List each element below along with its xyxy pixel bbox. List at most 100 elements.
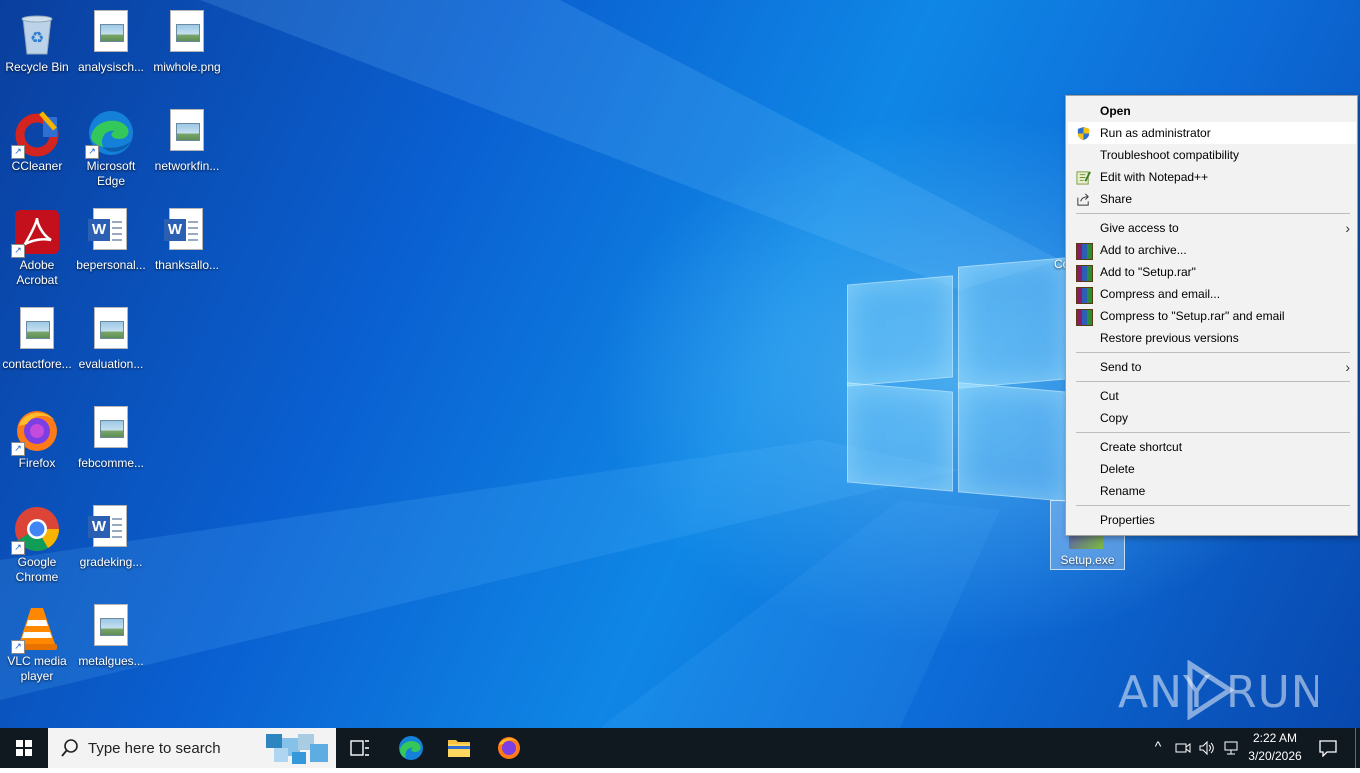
context-menu: Open Run as administrator Troubleshoot c…	[1065, 95, 1358, 536]
task-view-button[interactable]	[336, 728, 384, 768]
start-button[interactable]	[0, 728, 48, 768]
clock-date[interactable]: 3/20/2026	[1240, 749, 1310, 763]
svg-text:RUN: RUN	[1226, 667, 1318, 718]
network-icon[interactable]	[1222, 739, 1240, 757]
menu-item-open[interactable]: Open	[1068, 100, 1356, 122]
menu-item-label: Share	[1100, 192, 1133, 206]
desktop-icon-febcomme[interactable]: febcomme...	[74, 400, 148, 471]
notification-icon[interactable]	[1318, 739, 1338, 757]
desktop-icon-metalgues[interactable]: metalgues...	[74, 598, 148, 669]
clock-time[interactable]: 2:22 AM	[1240, 731, 1310, 745]
menu-item-compress-and-email[interactable]: Compress and email...	[1068, 283, 1356, 305]
task-view-icon	[350, 740, 369, 756]
vlc-icon: ↗	[11, 604, 61, 654]
desktop-icon-label: Adobe Acrobat	[16, 258, 58, 287]
image-file-icon	[87, 406, 135, 454]
menu-item-edit-with-notepad[interactable]: Edit with Notepad++	[1068, 166, 1356, 188]
shortcut-arrow-icon: ↗	[11, 541, 25, 555]
menu-item-label: Compress to "Setup.rar" and email	[1100, 309, 1285, 323]
image-file-icon	[163, 10, 211, 58]
menu-item-restore-previous-versions[interactable]: Restore previous versions	[1068, 327, 1356, 349]
desktop-icon-vlc[interactable]: ↗ VLC media player	[0, 598, 74, 684]
image-file-icon	[87, 604, 135, 652]
desktop-icon-bepersonal[interactable]: W bepersonal...	[74, 202, 148, 273]
search-placeholder: Type here to search	[88, 740, 221, 757]
ccleaner-icon: ↗	[11, 109, 61, 159]
desktop-icon-label: metalgues...	[78, 654, 144, 668]
menu-separator	[1076, 381, 1350, 382]
folder-icon	[448, 740, 470, 757]
search-highlight-image	[266, 734, 328, 764]
firefox-icon: ↗	[11, 406, 61, 456]
desktop-icon-gradeking[interactable]: W gradeking...	[74, 499, 148, 570]
search-box[interactable]: Type here to search	[48, 728, 336, 768]
desktop-icon-ccleaner[interactable]: ↗ CCleaner	[0, 103, 74, 174]
menu-item-create-shortcut[interactable]: Create shortcut	[1068, 436, 1356, 458]
desktop-icon-google-chrome[interactable]: ↗ Google Chrome	[0, 499, 74, 585]
edge-icon: ↗	[85, 109, 135, 159]
menu-item-share[interactable]: Share	[1068, 188, 1356, 210]
menu-item-label: Troubleshoot compatibility	[1100, 148, 1239, 162]
desktop-icon-contactfore[interactable]: contactfore...	[0, 301, 74, 372]
menu-item-label: Send to	[1100, 360, 1142, 374]
menu-item-run-as-administrator[interactable]: Run as administrator	[1068, 122, 1356, 144]
menu-item-add-to-setup-rar[interactable]: Add to "Setup.rar"	[1068, 261, 1356, 283]
desktop-icon-thanksallo[interactable]: W thanksallo...	[150, 202, 224, 273]
winrar-icon	[1076, 243, 1093, 260]
desktop-icon-label: analysisch...	[77, 60, 145, 74]
windows-logo-icon	[16, 740, 32, 756]
menu-separator	[1076, 352, 1350, 353]
winrar-icon	[1076, 309, 1093, 326]
desktop-icon-microsoft-edge[interactable]: ↗ Microsoft Edge	[74, 103, 148, 189]
recycle-bin-icon: ♻	[13, 10, 61, 58]
menu-item-compress-to-setup-rar-and-email[interactable]: Compress to "Setup.rar" and email	[1068, 305, 1356, 327]
menu-item-label: Give access to	[1100, 221, 1179, 235]
desktop-icon-label: Microsoft Edge	[86, 159, 136, 188]
desktop-icon-label: networkfin...	[154, 159, 220, 173]
taskbar: Type here to search ^ 2:22 AM 3/20/2026	[0, 728, 1360, 768]
desktop-icon-adobe-acrobat[interactable]: ↗ Adobe Acrobat	[0, 202, 74, 288]
menu-item-cut[interactable]: Cut	[1068, 385, 1356, 407]
chevron-up-icon[interactable]: ^	[1148, 738, 1168, 758]
desktop-icon-recycle-bin[interactable]: ♻ Recycle Bin	[0, 4, 74, 75]
word-doc-icon: W	[87, 505, 135, 553]
desktop-icon-evaluation[interactable]: evaluation...	[74, 301, 148, 372]
menu-item-label: Create shortcut	[1100, 440, 1183, 454]
menu-item-send-to[interactable]: Send to ›	[1068, 356, 1356, 378]
menu-item-properties[interactable]: Properties	[1068, 509, 1356, 531]
desktop-icon-label: evaluation...	[78, 357, 144, 371]
image-file-icon	[87, 307, 135, 355]
desktop-icon-analysisch[interactable]: analysisch...	[74, 4, 148, 75]
menu-item-add-to-archive[interactable]: Add to archive...	[1068, 239, 1356, 261]
menu-item-copy[interactable]: Copy	[1068, 407, 1356, 429]
shortcut-arrow-icon: ↗	[11, 244, 25, 258]
desktop-icon-label: bepersonal...	[76, 258, 146, 272]
desktop[interactable]: Co ♻ Recycle Bin ↗ CCleaner ↗ Adobe Acro…	[0, 0, 1360, 728]
taskbar-file-explorer-button[interactable]	[435, 728, 483, 768]
acrobat-icon: ↗	[11, 208, 61, 258]
uac-shield-icon	[1076, 126, 1091, 141]
menu-item-label: Edit with Notepad++	[1100, 170, 1209, 184]
desktop-icon-miwhole[interactable]: miwhole.png	[150, 4, 224, 75]
meet-now-icon[interactable]	[1174, 739, 1192, 757]
shortcut-arrow-icon: ↗	[85, 145, 99, 159]
menu-item-give-access-to[interactable]: Give access to ›	[1068, 217, 1356, 239]
taskbar-firefox-button[interactable]	[485, 728, 533, 768]
desktop-icon-label: contactfore...	[2, 357, 72, 371]
menu-item-delete[interactable]: Delete	[1068, 458, 1356, 480]
taskbar-edge-button[interactable]	[387, 728, 435, 768]
volume-icon[interactable]	[1198, 739, 1216, 757]
desktop-icon-firefox[interactable]: ↗ Firefox	[0, 400, 74, 471]
image-file-icon	[87, 10, 135, 58]
desktop-icon-label: Firefox	[18, 456, 56, 470]
menu-item-troubleshoot-compatibility[interactable]: Troubleshoot compatibility	[1068, 144, 1356, 166]
svg-text:♻: ♻	[30, 30, 44, 47]
desktop-icon-label: Recycle Bin	[5, 60, 69, 74]
menu-separator	[1076, 505, 1350, 506]
menu-item-rename[interactable]: Rename	[1068, 480, 1356, 502]
menu-item-label: Rename	[1100, 484, 1146, 498]
show-desktop-button[interactable]	[1355, 728, 1360, 768]
desktop-icon-label: gradeking...	[79, 555, 143, 569]
chevron-right-icon: ›	[1345, 220, 1350, 236]
desktop-icon-networkfin[interactable]: networkfin...	[150, 103, 224, 174]
